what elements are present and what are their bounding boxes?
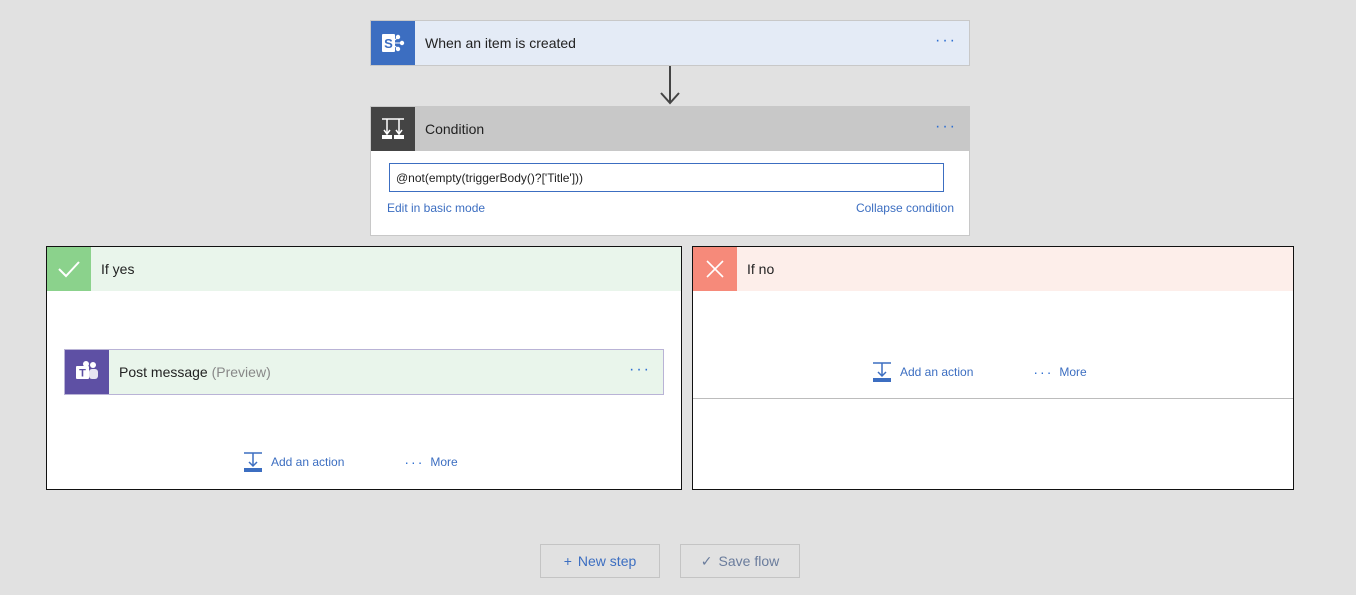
- condition-expression-input[interactable]: [389, 163, 944, 192]
- trigger-card[interactable]: S When an item is created ···: [370, 20, 970, 66]
- if-yes-more-label: More: [430, 455, 458, 469]
- post-message-label: Post message: [119, 364, 208, 380]
- svg-text:S: S: [384, 36, 393, 51]
- close-icon: [693, 247, 737, 291]
- new-step-button[interactable]: + New step: [540, 544, 660, 578]
- if-no-add-action-label: Add an action: [900, 365, 974, 379]
- if-no-more-button[interactable]: ··· More: [1033, 364, 1086, 380]
- add-action-icon: [244, 452, 262, 472]
- sharepoint-icon: S: [371, 21, 415, 65]
- checkmark-icon: ✓: [700, 552, 713, 569]
- plus-icon: +: [563, 553, 572, 569]
- condition-more-icon[interactable]: ···: [935, 119, 957, 135]
- checkmark-icon: [47, 247, 91, 291]
- if-no-add-action-button[interactable]: Add an action: [872, 361, 973, 383]
- trigger-more-icon[interactable]: ···: [935, 33, 957, 49]
- condition-icon: [371, 107, 415, 151]
- save-flow-label: Save flow: [718, 553, 780, 569]
- if-yes-title: If yes: [101, 261, 135, 277]
- post-message-header[interactable]: T Post message (Preview) ···: [65, 350, 663, 394]
- condition-header[interactable]: Condition ···: [371, 107, 969, 151]
- if-no-divider: [693, 398, 1293, 399]
- add-action-icon: [873, 362, 891, 382]
- if-no-header[interactable]: If no: [693, 247, 1293, 291]
- more-dots-icon: ···: [404, 454, 425, 470]
- trigger-header[interactable]: S When an item is created ···: [371, 21, 969, 65]
- teams-icon: T: [65, 350, 109, 394]
- if-yes-branch: If yes T Post message (Preview) ··· Add …: [46, 246, 682, 490]
- if-yes-add-action-label: Add an action: [271, 455, 345, 469]
- if-yes-add-action-button[interactable]: Add an action: [243, 451, 344, 473]
- post-message-more-icon[interactable]: ···: [629, 362, 651, 378]
- if-no-branch: If no Add an action ··· More: [692, 246, 1294, 490]
- edit-basic-mode-link[interactable]: Edit in basic mode: [387, 201, 485, 215]
- arrow-down-icon: [660, 66, 680, 105]
- post-message-card[interactable]: T Post message (Preview) ···: [64, 349, 664, 395]
- condition-card: Condition ··· Edit in basic mode Collaps…: [370, 106, 970, 236]
- more-dots-icon: ···: [1033, 364, 1054, 380]
- svg-text:T: T: [79, 368, 86, 380]
- if-yes-header[interactable]: If yes: [47, 247, 681, 291]
- collapse-condition-link[interactable]: Collapse condition: [856, 201, 954, 215]
- if-no-title: If no: [747, 261, 775, 277]
- if-yes-more-button[interactable]: ··· More: [404, 454, 457, 470]
- post-message-title: Post message (Preview): [119, 364, 271, 380]
- new-step-label: New step: [577, 553, 637, 569]
- if-yes-actions: Add an action ··· More: [243, 451, 458, 473]
- if-no-actions: Add an action ··· More: [872, 361, 1087, 383]
- preview-label: (Preview): [211, 364, 271, 380]
- save-flow-button[interactable]: ✓ Save flow: [680, 544, 800, 578]
- trigger-title: When an item is created: [425, 35, 576, 51]
- condition-title: Condition: [425, 121, 485, 137]
- if-no-more-label: More: [1059, 365, 1087, 379]
